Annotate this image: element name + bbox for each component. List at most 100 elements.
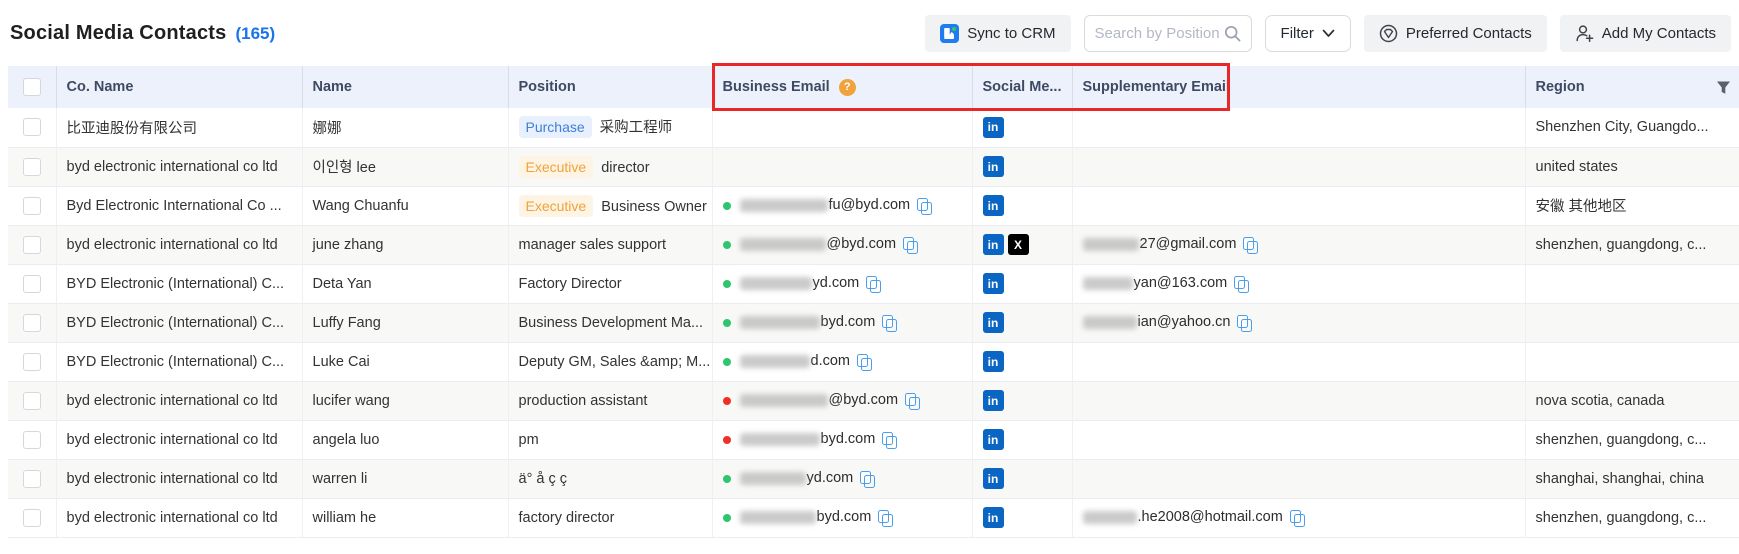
toolbar: Sync to CRM Filter Preferred Contacts (925, 15, 1731, 52)
table-row: 比亚迪股份有限公司娜娜Purchase采购工程师inShenzhen City,… (8, 108, 1739, 147)
email-suffix: yd.com (807, 471, 854, 487)
table-row: BYD Electronic (International) C...Deta … (8, 264, 1739, 303)
preferred-contacts-label: Preferred Contacts (1406, 25, 1532, 42)
row-checkbox[interactable] (23, 158, 41, 176)
cell-checkbox (8, 420, 56, 459)
copy-icon[interactable] (882, 432, 897, 448)
row-checkbox[interactable] (23, 353, 41, 371)
cell-name: Wang Chuanfu (302, 186, 508, 225)
cell-company: byd electronic international co ltd (56, 147, 302, 186)
cell-business-email: byd.com (712, 420, 972, 459)
copy-icon[interactable] (866, 276, 881, 292)
email-suffix: 27@gmail.com (1140, 237, 1237, 253)
linkedin-icon[interactable]: in (983, 273, 1004, 294)
linkedin-icon[interactable]: in (983, 507, 1004, 528)
row-checkbox[interactable] (23, 236, 41, 254)
copy-icon[interactable] (1243, 237, 1258, 253)
cell-region: Shenzhen City, Guangdo... (1525, 108, 1739, 147)
email-suffix: @byd.com (827, 237, 897, 253)
row-checkbox[interactable] (23, 118, 41, 136)
linkedin-icon[interactable]: in (983, 468, 1004, 489)
email-suffix: byd.com (821, 432, 876, 448)
cell-supplementary-email: ian@yahoo.cn (1072, 303, 1525, 342)
linkedin-icon[interactable]: in (983, 312, 1004, 333)
cell-business-email: yd.com (712, 264, 972, 303)
table-row: byd electronic international co ltd이인형 l… (8, 147, 1739, 186)
column-header-name: Name (302, 66, 508, 108)
redacted-email-prefix (740, 472, 806, 485)
table-row: BYD Electronic (International) C...Luffy… (8, 303, 1739, 342)
cell-position: Executivedirector (508, 147, 712, 186)
cell-checkbox (8, 147, 56, 186)
cell-position: Factory Director (508, 264, 712, 303)
add-my-contacts-button[interactable]: Add My Contacts (1560, 15, 1731, 52)
sync-to-crm-button[interactable]: Sync to CRM (925, 15, 1070, 52)
copy-icon[interactable] (1237, 315, 1252, 331)
cell-name: lucifer wang (302, 381, 508, 420)
search-icon[interactable] (1224, 25, 1241, 42)
copy-icon[interactable] (1234, 276, 1249, 292)
cell-name: william he (302, 498, 508, 537)
filter-button[interactable]: Filter (1265, 15, 1351, 52)
cell-company: 比亚迪股份有限公司 (56, 108, 302, 147)
row-checkbox[interactable] (23, 509, 41, 527)
position-text: production assistant (519, 393, 648, 409)
linkedin-icon[interactable]: in (983, 156, 1004, 177)
crm-logo-icon (940, 24, 959, 43)
copy-icon[interactable] (917, 198, 932, 214)
linkedin-icon[interactable]: in (983, 117, 1004, 138)
copy-icon[interactable] (878, 510, 893, 526)
row-checkbox[interactable] (23, 470, 41, 488)
business-email-label: Business Email (723, 79, 830, 95)
cell-business-email (712, 108, 972, 147)
row-checkbox[interactable] (23, 275, 41, 293)
position-text: ä° å ç ç (519, 471, 568, 487)
copy-icon[interactable] (905, 393, 920, 409)
cell-position: pm (508, 420, 712, 459)
position-tag: Purchase (519, 116, 592, 138)
preferred-gem-icon (1379, 24, 1398, 43)
cell-company: BYD Electronic (International) C... (56, 264, 302, 303)
cell-company: byd electronic international co ltd (56, 459, 302, 498)
copy-icon[interactable] (860, 471, 875, 487)
column-header-social-media: Social Me... (972, 66, 1072, 108)
copy-icon[interactable] (857, 354, 872, 370)
row-checkbox[interactable] (23, 314, 41, 332)
column-header-position: Position (508, 66, 712, 108)
redacted-email-prefix (1083, 238, 1139, 251)
linkedin-icon[interactable]: in (983, 234, 1004, 255)
cell-name: warren li (302, 459, 508, 498)
cell-social-media: in (972, 342, 1072, 381)
table-body: 比亚迪股份有限公司娜娜Purchase采购工程师inShenzhen City,… (8, 108, 1739, 537)
x-twitter-icon[interactable]: X (1008, 234, 1029, 255)
linkedin-icon[interactable]: in (983, 429, 1004, 450)
cell-position: Deputy GM, Sales &amp; M... (508, 342, 712, 381)
copy-icon[interactable] (903, 237, 918, 253)
position-tag: Executive (519, 195, 594, 217)
row-checkbox[interactable] (23, 431, 41, 449)
preferred-contacts-button[interactable]: Preferred Contacts (1364, 15, 1547, 52)
row-checkbox[interactable] (23, 197, 41, 215)
column-header-region: Region (1525, 66, 1739, 108)
cell-region: shanghai, shanghai, china (1525, 459, 1739, 498)
select-all-checkbox[interactable] (23, 78, 41, 96)
linkedin-icon[interactable]: in (983, 390, 1004, 411)
cell-name: Luffy Fang (302, 303, 508, 342)
cell-company: byd electronic international co ltd (56, 498, 302, 537)
search-input[interactable] (1095, 25, 1224, 42)
cell-name: angela luo (302, 420, 508, 459)
email-status-dot (723, 514, 731, 522)
row-checkbox[interactable] (23, 392, 41, 410)
redacted-email-prefix (740, 316, 820, 329)
cell-business-email: d.com (712, 342, 972, 381)
email-suffix: d.com (811, 354, 851, 370)
search-box[interactable] (1084, 15, 1252, 52)
help-icon[interactable]: ? (839, 79, 856, 96)
region-filter-icon[interactable] (1716, 80, 1731, 95)
copy-icon[interactable] (1290, 510, 1305, 526)
redacted-email-prefix (740, 394, 828, 407)
linkedin-icon[interactable]: in (983, 195, 1004, 216)
copy-icon[interactable] (882, 315, 897, 331)
cell-position: ä° å ç ç (508, 459, 712, 498)
linkedin-icon[interactable]: in (983, 351, 1004, 372)
